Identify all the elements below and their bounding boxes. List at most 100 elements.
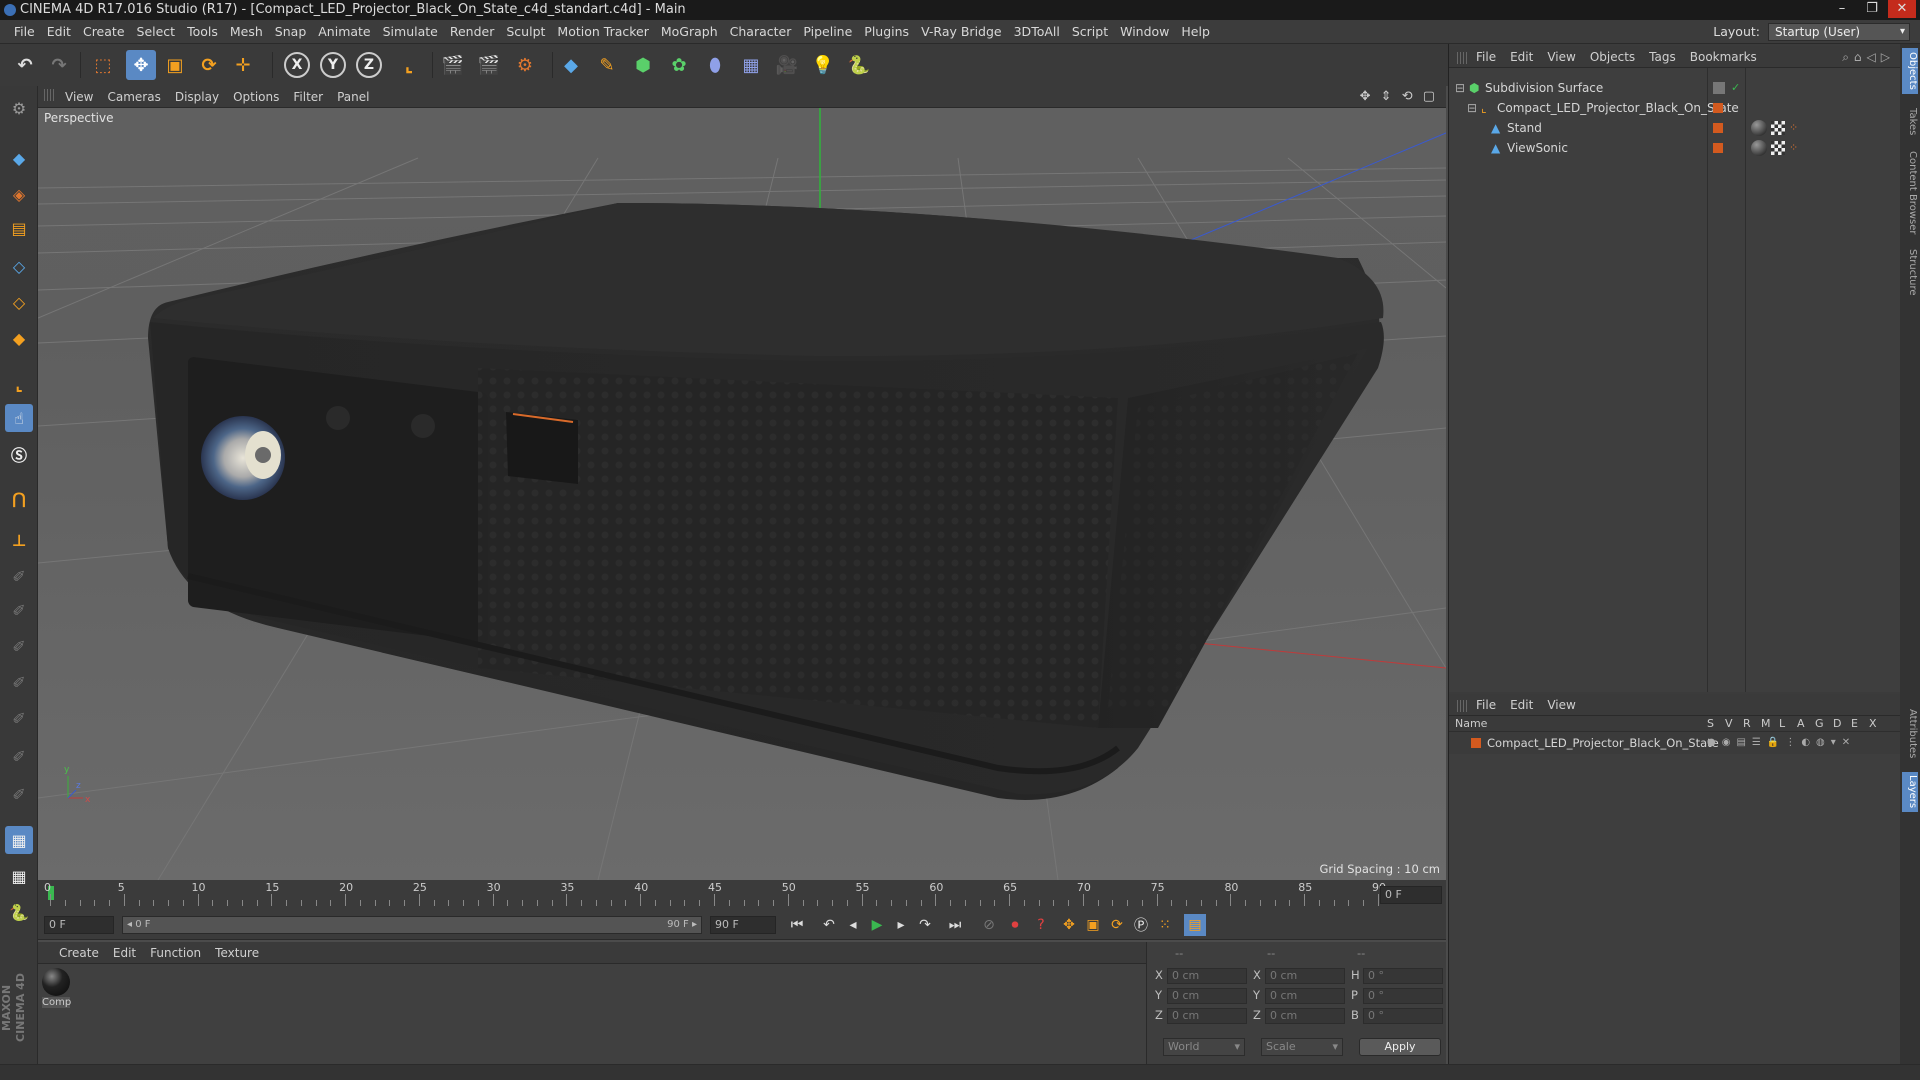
bend-brush-icon[interactable]: ✐ [5,742,33,770]
menu-snap[interactable]: Snap [269,20,312,44]
key-position-icon[interactable]: ✥ [1058,914,1080,936]
subdivision-surface-icon[interactable]: ⬢ [628,50,658,80]
workplane-axis-icon[interactable]: ⊥ [5,526,33,554]
render-picture-viewer-icon[interactable]: 🎬 [474,50,504,80]
layer-color-dot[interactable] [1713,123,1723,133]
cloner-icon[interactable]: ✿ [664,50,694,80]
make-editable-icon[interactable]: ⚙ [5,94,33,122]
go-to-end-icon[interactable]: ⏭ [944,914,966,936]
layer-col-generators[interactable]: G [1815,716,1824,732]
transform-tool-icon[interactable]: ✛ [228,50,258,80]
layer-col-locked[interactable]: L [1779,716,1785,732]
texture-tag-icon[interactable] [1771,121,1785,135]
objects-menu-tags[interactable]: Tags [1642,46,1683,68]
minimize-button[interactable]: – [1828,0,1856,18]
deformer-icon[interactable]: ⬮ [700,50,730,80]
side-tab-attributes[interactable]: Attributes [1902,704,1918,764]
scale-brush-icon[interactable]: ✐ [5,668,33,696]
tweak-mode-icon[interactable]: ☝ [5,404,33,432]
menu-mesh[interactable]: Mesh [224,20,269,44]
move-tool-icon[interactable]: ✥ [126,50,156,80]
python-icon[interactable]: 🐍 [844,50,874,80]
menu-render[interactable]: Render [444,20,501,44]
material-swatch[interactable]: Comp [42,968,71,1008]
menu-edit[interactable]: Edit [41,20,77,44]
key-parameter-icon[interactable]: Ⓟ [1130,914,1152,936]
3d-viewport[interactable]: y x z Perspective Grid Spacing : 10 cm [38,108,1446,880]
key-rotation-icon[interactable]: ⟳ [1106,914,1128,936]
viewport-menu-filter[interactable]: Filter [286,86,330,108]
y-axis-lock-icon[interactable]: Y [320,52,346,78]
pose-brush-icon[interactable]: ✐ [5,596,33,624]
axis-mode-icon[interactable]: ⌞ [5,370,33,398]
layer-color-dot[interactable] [1713,143,1723,153]
pen-spline-icon[interactable]: ✎ [592,50,622,80]
object-row-stand[interactable]: ▲ Stand ⁘ [1449,118,1901,138]
layer-color-dot[interactable] [1713,103,1723,113]
apply-button[interactable]: Apply [1359,1038,1441,1056]
floor-icon[interactable]: ▦ [736,50,766,80]
viewport-menu-cameras[interactable]: Cameras [100,86,167,108]
menu-plugins[interactable]: Plugins [858,20,915,44]
object-row-projector[interactable]: ⊟ ⌞ Compact_LED_Projector_Black_On_State [1449,98,1901,118]
menu-pipeline[interactable]: Pipeline [797,20,858,44]
end-frame-field[interactable]: 90 F [710,916,776,934]
snap-icon[interactable]: ⋂ [5,484,33,512]
layer-col-manager[interactable]: M [1761,716,1771,732]
phong-tag-icon[interactable]: ⁘ [1789,138,1798,158]
current-frame-field[interactable]: 0 F [1380,886,1442,904]
material-tag-icon[interactable] [1751,140,1767,156]
undo-icon[interactable]: ↶ [10,50,40,80]
menu-help[interactable]: Help [1175,20,1216,44]
coord-pos-z-field[interactable]: 0 cm [1167,1008,1247,1024]
side-tab-takes[interactable]: Takes [1902,102,1918,142]
material-menu-create[interactable]: Create [52,942,106,964]
layer-col-solo[interactable]: S [1707,716,1714,732]
objects-menu-bookmarks[interactable]: Bookmarks [1683,46,1764,68]
coord-size-z-field[interactable]: 0 cm [1265,1008,1345,1024]
menu-animate[interactable]: Animate [312,20,376,44]
layer-col-name[interactable]: Name [1455,716,1487,732]
menu-window[interactable]: Window [1114,20,1175,44]
menu-select[interactable]: Select [131,20,182,44]
keyframe-selection-icon[interactable]: ? [1030,914,1052,936]
layer-color-swatch[interactable] [1471,738,1481,748]
maximize-button[interactable]: ❐ [1858,0,1886,18]
close-button[interactable]: ✕ [1888,0,1916,18]
viewport-menu-view[interactable]: View [58,86,100,108]
brush-tool-icon[interactable]: ✐ [5,562,33,590]
play-icon[interactable]: ▶ [866,914,888,936]
polygons-mode-icon[interactable]: ◆ [5,324,33,352]
menu-create[interactable]: Create [77,20,131,44]
solo-mode-icon[interactable]: Ⓢ [5,440,33,468]
menu-motion-tracker[interactable]: Motion Tracker [551,20,654,44]
texture-mode-icon[interactable]: ◈ [5,180,33,208]
paint-icon[interactable]: ▦ [5,862,33,890]
objects-menu-edit[interactable]: Edit [1503,46,1540,68]
viewport-menu-display[interactable]: Display [168,86,226,108]
side-tab-objects[interactable]: Objects [1902,48,1918,94]
render-view-icon[interactable]: 🎬 [438,50,468,80]
render-settings-icon[interactable]: ⚙ [510,50,540,80]
key-scale-icon[interactable]: ▣ [1082,914,1104,936]
phong-tag-icon[interactable]: ⁘ [1789,118,1798,138]
coord-size-y-field[interactable]: 0 cm [1265,988,1345,1004]
model-mode-icon[interactable]: ◆ [5,144,33,172]
menu-mograph[interactable]: MoGraph [655,20,724,44]
rotate-brush-icon[interactable]: ✐ [5,632,33,660]
layer-col-deformers[interactable]: D [1833,716,1841,732]
layer-col-view[interactable]: V [1725,716,1733,732]
layer-col-xref[interactable]: X [1869,716,1877,732]
menu-sculpt[interactable]: Sculpt [500,20,551,44]
redo-icon[interactable]: ↷ [44,50,74,80]
rotate-tool-icon[interactable]: ⟳ [194,50,224,80]
menu-vray-bridge[interactable]: V-Ray Bridge [915,20,1008,44]
next-frame-icon[interactable]: ▸ [890,914,912,936]
menu-simulate[interactable]: Simulate [377,20,444,44]
menu-file[interactable]: File [8,20,41,44]
coord-rot-h-field[interactable]: 0 ° [1363,968,1443,984]
layers-menu-edit[interactable]: Edit [1503,694,1540,716]
side-tab-content-browser[interactable]: Content Browser [1902,148,1918,238]
layer-col-render[interactable]: R [1743,716,1751,732]
material-menu-function[interactable]: Function [143,942,208,964]
